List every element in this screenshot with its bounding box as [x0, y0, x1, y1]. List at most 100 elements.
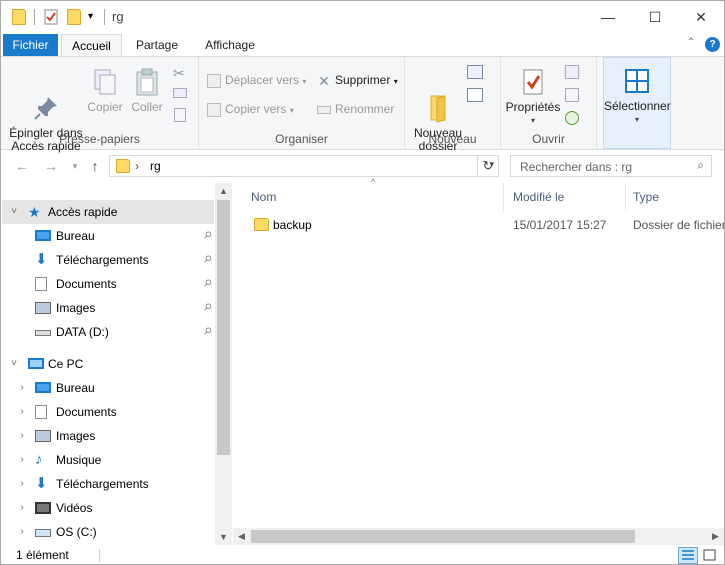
breadcrumb[interactable]: rg — [150, 159, 161, 173]
pictures-icon — [35, 430, 51, 442]
maximize-button[interactable]: ☐ — [632, 1, 678, 34]
new-group-label: Nouveau — [428, 132, 477, 146]
scroll-right-arrow[interactable]: ▶ — [707, 528, 724, 545]
chevron-right-icon[interactable]: › — [16, 424, 28, 448]
chevron-right-icon[interactable]: › — [16, 448, 28, 472]
tree-item-quick-access-entry[interactable]: DATA (D:) ⚲ — [2, 320, 214, 344]
rename-label: Renommer — [335, 102, 395, 116]
recent-locations-button[interactable]: ▾ — [65, 156, 85, 176]
tree-label: Musique — [56, 453, 102, 467]
content-horizontal-scrollbar[interactable]: ◀ ▶ — [233, 528, 724, 545]
drive-icon — [35, 330, 51, 336]
navigation-scrollbar[interactable]: ▲ ▼ — [215, 183, 232, 545]
tree-label: DATA (D:) — [56, 325, 109, 339]
ribbon-tabs: Fichier Accueil Partage Affichage ⌃ ? — [1, 34, 724, 57]
pictures-icon — [35, 302, 51, 314]
help-icon[interactable]: ? — [705, 37, 720, 52]
copy-to-button[interactable]: Copier vers ▾ — [207, 99, 294, 119]
column-header-modified[interactable]: Modifié le — [495, 183, 615, 211]
tab-file[interactable]: Fichier — [3, 34, 58, 57]
tree-item-quick-access-entry[interactable]: Documents ⚲ — [2, 272, 214, 296]
tree-item-this-pc-entry[interactable]: › ♪ Musique — [2, 448, 214, 472]
tree-item-quick-access-entry[interactable]: ⬇ Téléchargements ⚲ — [2, 248, 214, 272]
chevron-down-icon[interactable]: ˅ — [8, 352, 20, 376]
tree-item-this-pc-entry[interactable]: › Vidéos — [2, 496, 214, 520]
details-view-button[interactable] — [678, 547, 698, 564]
new-folder-quick-icon[interactable] — [67, 9, 81, 25]
clipboard-group: Épingler dans Accès rapide Copier Coller… — [1, 57, 199, 153]
tree-label: Images — [56, 429, 96, 443]
table-row[interactable]: backup 15/01/2017 15:27 Dossier de fichi… — [233, 214, 724, 236]
scroll-up-arrow[interactable]: ▲ — [215, 186, 232, 196]
close-button[interactable]: ✕ — [678, 1, 724, 34]
move-to-button[interactable]: Déplacer vers ▾ — [207, 70, 306, 90]
select-label: Sélectionner — [604, 99, 671, 113]
folder-icon — [254, 218, 269, 231]
tree-label: Téléchargements — [56, 477, 149, 491]
refresh-button[interactable]: ↻ — [477, 155, 499, 177]
chevron-right-icon[interactable]: › — [16, 376, 28, 400]
tab-home[interactable]: Accueil — [61, 34, 122, 57]
chevron-right-icon[interactable]: › — [16, 496, 28, 520]
tab-view[interactable]: Affichage — [195, 34, 265, 57]
paste-button[interactable]: Coller — [129, 67, 165, 114]
tree-item-this-pc-entry[interactable]: › ⬇ Téléchargements — [2, 472, 214, 496]
back-button[interactable]: ← — [12, 156, 32, 176]
cut-icon[interactable]: ✂ — [173, 65, 185, 82]
paste-icon — [132, 67, 162, 97]
rename-button[interactable]: Renommer — [317, 99, 394, 119]
scroll-down-arrow[interactable]: ▼ — [215, 532, 232, 542]
tree-item-this-pc-entry[interactable]: › Images — [2, 424, 214, 448]
forward-button[interactable]: → — [41, 156, 61, 176]
tree-item-quick-access-entry[interactable]: Bureau ⚲ — [2, 224, 214, 248]
minimize-button[interactable]: — — [585, 1, 631, 34]
address-bar[interactable]: › rg ▾ — [109, 155, 499, 177]
videos-icon — [35, 502, 51, 514]
up-button[interactable]: ↑ — [85, 156, 105, 176]
tree-label: Bureau — [56, 381, 95, 395]
select-button[interactable]: Sélectionner ▾ — [604, 66, 671, 126]
customize-quick-access-icon[interactable]: ▾ — [88, 9, 98, 25]
open-icon[interactable] — [565, 65, 579, 79]
file-name[interactable]: backup — [273, 214, 312, 236]
new-item-icon[interactable] — [467, 65, 483, 79]
edit-icon[interactable] — [565, 88, 579, 102]
copy-path-icon[interactable] — [173, 88, 187, 98]
open-group-label: Ouvrir — [532, 132, 565, 146]
new-group: Nouveau dossier Nouveau — [405, 57, 501, 153]
chevron-right-icon[interactable]: › — [16, 472, 28, 496]
tree-item-quick-access-entry[interactable]: Images ⚲ — [2, 296, 214, 320]
tree-item-this-pc[interactable]: ˅ Ce PC — [2, 352, 214, 376]
column-header-type[interactable]: Type — [615, 183, 724, 211]
easy-access-icon[interactable] — [467, 88, 483, 102]
properties-quick-icon[interactable] — [44, 9, 58, 25]
tree-item-this-pc-entry[interactable]: › OS (C:) — [2, 520, 214, 544]
copy-button[interactable]: Copier — [87, 67, 123, 114]
ribbon: Épingler dans Accès rapide Copier Coller… — [1, 56, 724, 153]
delete-button[interactable]: ✕ Supprimer ▾ — [317, 70, 398, 90]
status-separator — [99, 549, 100, 562]
chevron-right-icon[interactable]: › — [16, 400, 28, 424]
chevron-right-icon[interactable]: › — [16, 520, 28, 544]
tree-item-quick-access[interactable]: ˅ ★ Accès rapide — [2, 200, 214, 224]
large-icons-view-button[interactable] — [700, 547, 720, 564]
chevron-down-icon[interactable]: ˅ — [8, 200, 20, 224]
tree-item-this-pc-entry[interactable]: › Bureau — [2, 376, 214, 400]
scroll-left-arrow[interactable]: ◀ — [233, 528, 250, 545]
properties-button[interactable]: Propriétés ▾ — [505, 67, 561, 127]
scrollbar-thumb[interactable] — [217, 200, 230, 455]
tab-share[interactable]: Partage — [127, 34, 187, 57]
select-icon — [622, 66, 652, 96]
paste-shortcut-icon[interactable] — [174, 108, 186, 122]
clipboard-group-label: Presse-papiers — [59, 132, 140, 146]
history-icon[interactable] — [565, 111, 579, 125]
scrollbar-thumb[interactable] — [251, 530, 635, 543]
tree-item-this-pc-entry[interactable]: › Documents — [2, 400, 214, 424]
open-group: Propriétés ▾ Ouvrir — [501, 57, 597, 149]
copy-label: Copier — [87, 100, 123, 114]
column-header-name[interactable]: Nom — [233, 183, 503, 211]
collapse-ribbon-icon[interactable]: ⌃ — [687, 37, 695, 48]
search-input[interactable]: Rechercher dans : rg ⌕ — [510, 155, 712, 177]
download-icon: ⬇ — [35, 251, 48, 268]
explorer-window: ▾ rg — ☐ ✕ Fichier Accueil Partage Affic… — [0, 0, 725, 565]
